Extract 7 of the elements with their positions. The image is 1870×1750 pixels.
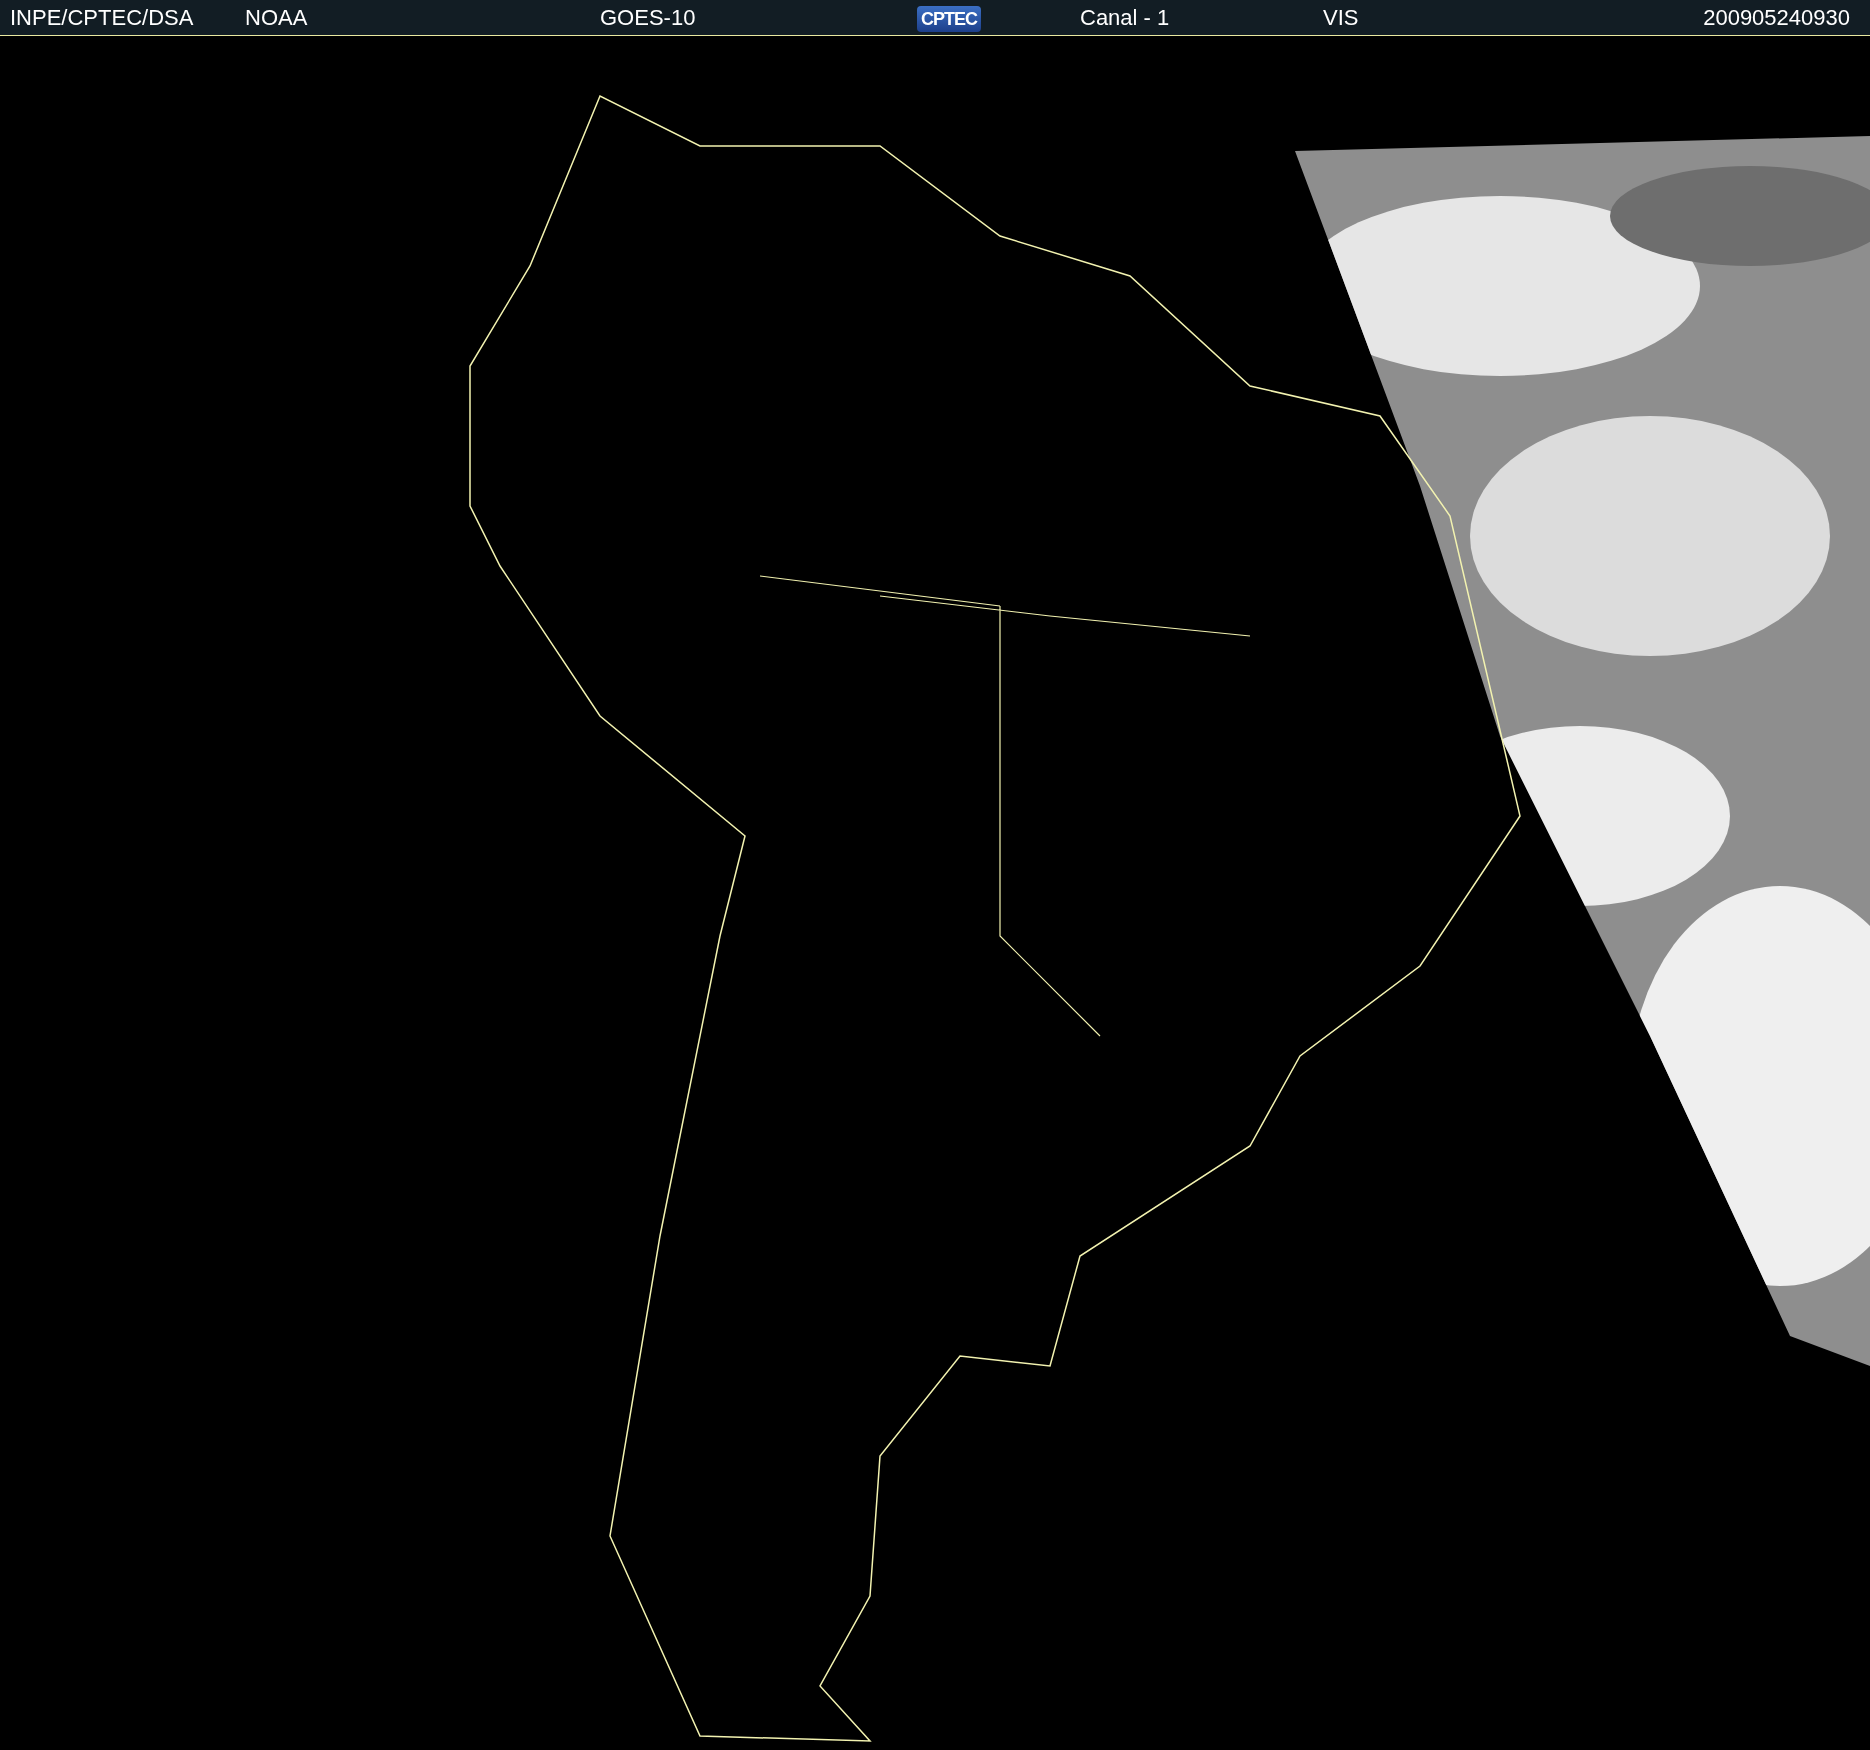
channel-label: Canal - 1: [1080, 5, 1170, 30]
source-label: INPE/CPTEC/DSA: [10, 5, 194, 30]
band-label: VIS: [1323, 5, 1359, 30]
satellite-label: GOES-10: [600, 5, 696, 30]
timestamp-label: 200905240930: [1703, 5, 1850, 30]
agency-label: NOAA: [245, 5, 308, 30]
logo: CPTEC: [917, 6, 981, 32]
